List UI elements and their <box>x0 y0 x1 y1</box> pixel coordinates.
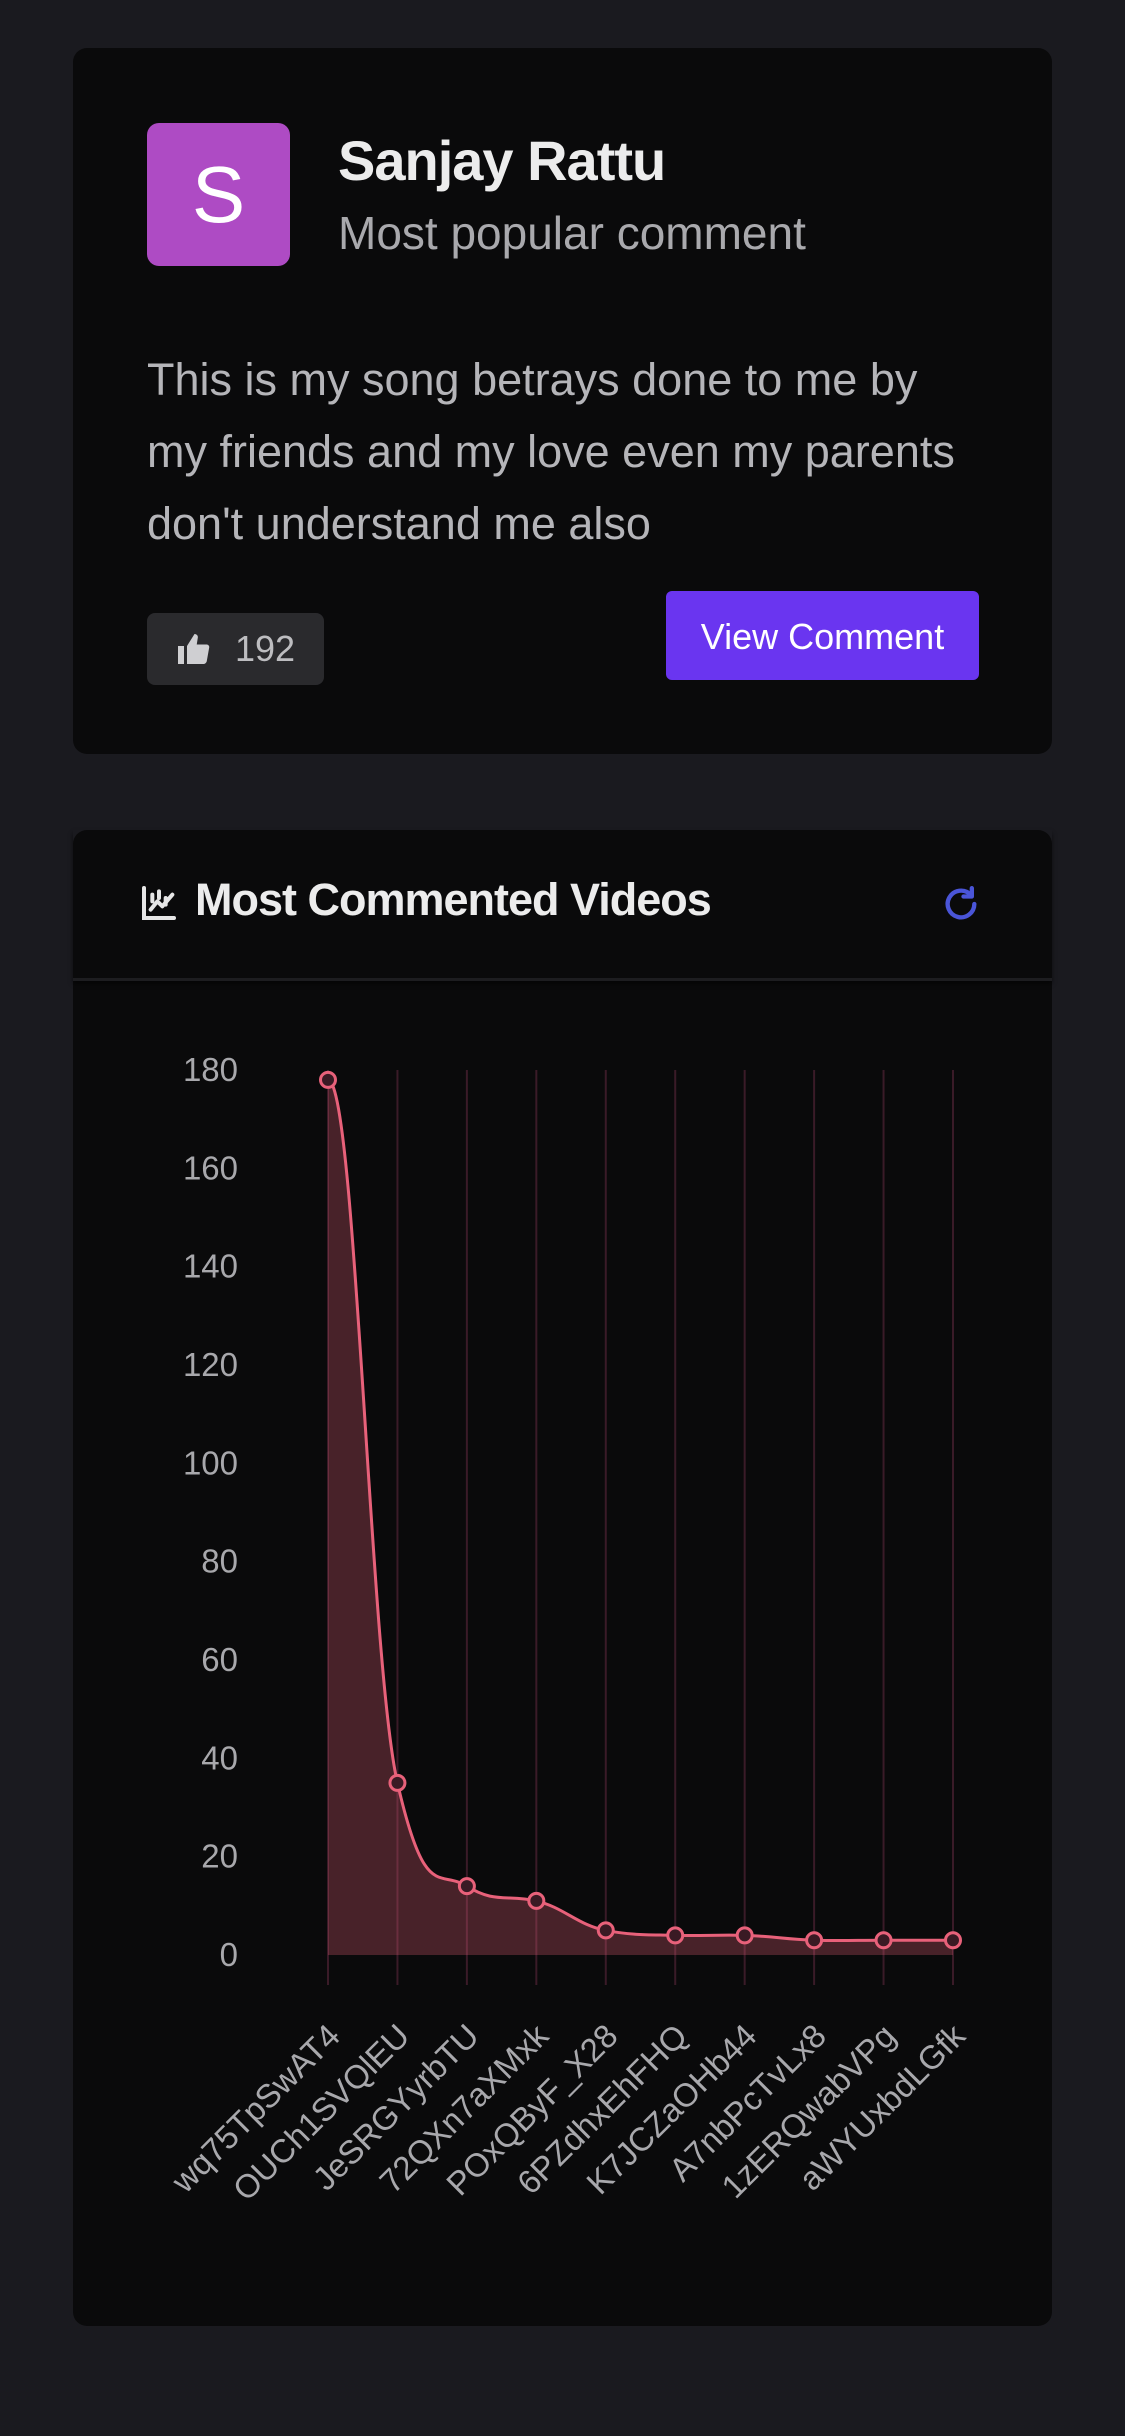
thumbs-up-icon <box>178 634 210 664</box>
y-tick-label: 60 <box>201 1641 238 1678</box>
y-tick-label: 140 <box>183 1248 238 1285</box>
data-point <box>457 1877 476 1896</box>
y-tick-label: 180 <box>183 1051 238 1088</box>
y-tick-label: 100 <box>183 1444 238 1481</box>
y-tick-label: 80 <box>201 1543 238 1580</box>
y-tick-label: 120 <box>183 1346 238 1383</box>
card-subtitle: Most popular comment <box>338 207 806 259</box>
data-point <box>944 1931 962 1950</box>
y-tick-label: 160 <box>183 1149 238 1186</box>
data-point <box>805 1931 824 1950</box>
comment-text: This is my song betrays done to me by my… <box>147 354 955 549</box>
author-name: Sanjay Rattu <box>338 129 666 192</box>
data-point <box>527 1891 546 1910</box>
popular-comment-card: S Sanjay Rattu Most popular comment This… <box>73 48 1052 754</box>
data-point <box>735 1926 754 1945</box>
view-comment-button[interactable]: View Comment <box>666 591 979 680</box>
like-count: 192 <box>235 628 296 669</box>
most-commented-videos-card: Most Commented Videos 0 20 40 60 80 100 120 140… <box>73 830 1052 2326</box>
avatar: S <box>147 123 290 266</box>
like-button[interactable]: 192 <box>147 613 324 685</box>
data-point <box>388 1773 407 1792</box>
data-point <box>596 1921 615 1940</box>
series-line <box>327 1078 953 1943</box>
y-tick-label: 20 <box>201 1838 238 1875</box>
page: S Sanjay Rattu Most popular comment This… <box>0 0 1125 2436</box>
data-point <box>874 1931 893 1950</box>
data-point <box>666 1926 685 1945</box>
data-point <box>319 1070 337 1089</box>
series-area <box>328 1079 953 1955</box>
y-tick-label: 0 <box>220 1936 238 1973</box>
line-chart: 020406080100120140160180 wq75TpSwAT4OUCh… <box>164 1051 973 2208</box>
y-tick-label: 40 <box>201 1739 238 1776</box>
